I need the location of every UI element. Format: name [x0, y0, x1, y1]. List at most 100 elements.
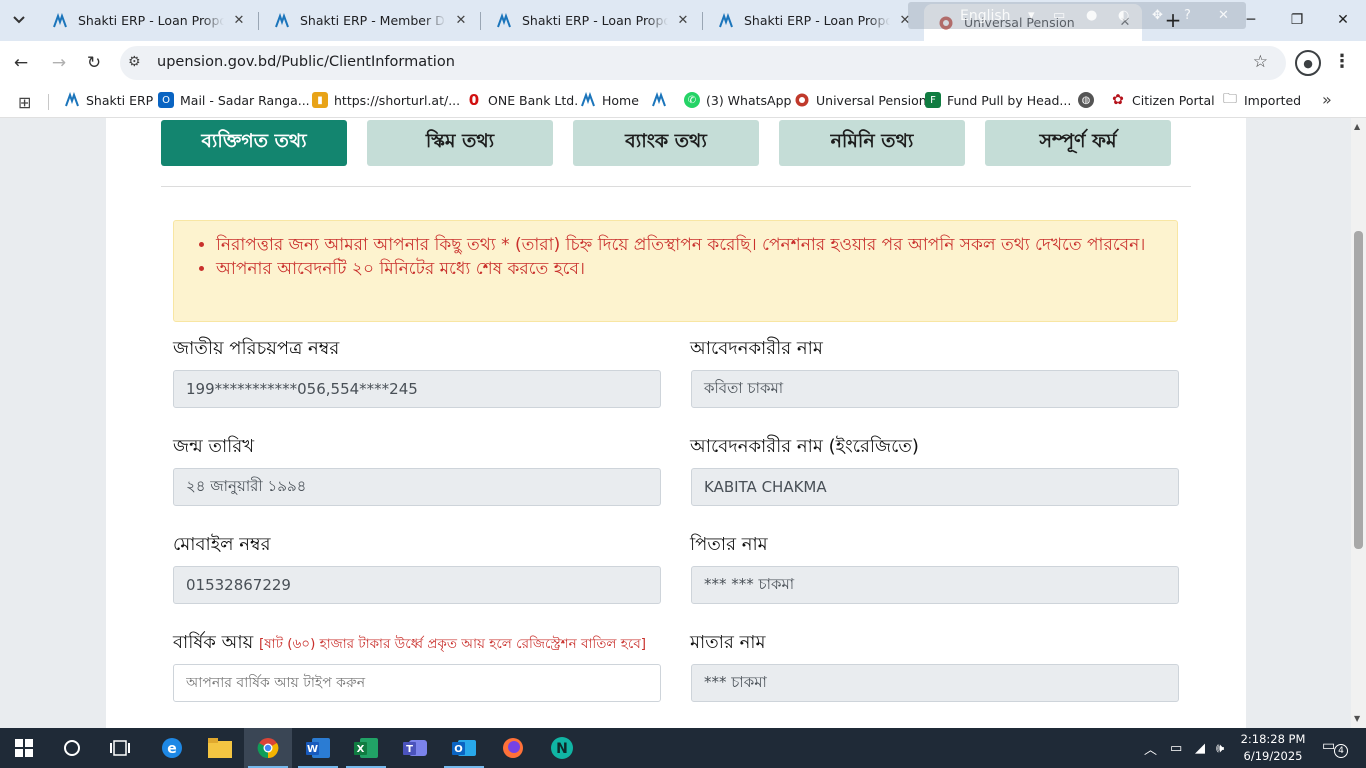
chevron-right-icon[interactable]: »	[1322, 90, 1332, 109]
scroll-down-icon[interactable]: ▼	[1354, 714, 1360, 723]
scroll-up-icon[interactable]: ▲	[1354, 122, 1360, 131]
apps-grid-icon[interactable]: ⊞	[18, 93, 31, 112]
page-viewport: ব্যক্তিগত তথ্য স্কিম তথ্য ব্যাংক তথ্য নম…	[0, 118, 1366, 728]
one-bank-icon: 0	[466, 91, 482, 109]
arrow-right-icon: →	[51, 53, 67, 73]
outlook-icon: O	[158, 92, 174, 108]
taskbar-n-app[interactable]: N	[538, 728, 586, 768]
mother-name-label: মাতার নাম	[690, 632, 766, 653]
bookmark-shakti-erp[interactable]: Shakti ERP	[64, 92, 153, 108]
annual-income-input[interactable]	[173, 664, 661, 702]
start-button[interactable]	[0, 728, 48, 768]
battery-icon: ▭	[1170, 740, 1183, 756]
taskbar-word[interactable]: W	[294, 728, 342, 768]
bookmark-mail[interactable]: O Mail - Sadar Ranga...	[158, 92, 310, 108]
dropdown-icon: ▾	[1028, 8, 1035, 23]
step-tab-personal-info[interactable]: ব্যক্তিগত তথ্য	[161, 120, 347, 166]
clock-date: 6/19/2025	[1243, 749, 1303, 763]
minimize-button[interactable]: ─	[1236, 8, 1266, 32]
taskbar-file-explorer[interactable]	[196, 728, 244, 768]
language-label: English	[960, 8, 1011, 24]
new-tab-button[interactable]: +	[1158, 8, 1188, 32]
translucent-overlay-toolbar: English ▾ ▭ ● ◐ ✥ ? ✕	[908, 2, 1246, 29]
file-explorer-icon	[208, 738, 232, 758]
bookmark-globe[interactable]: ◍	[1078, 92, 1100, 108]
screen: Shakti ERP - Loan Proposal Li ✕ Shakti E…	[0, 0, 1366, 768]
bookmark-universal-pension[interactable]: Universal Pension	[794, 92, 927, 108]
page-scrollbar[interactable]: ▲ ▼	[1351, 118, 1366, 728]
annual-income-warning: [ষাট (৬০) হাজার টাকার উর্ধ্বে প্রকৃত আয়…	[258, 636, 647, 652]
dob-field: ২৪ জানুয়ারী ১৯৯৪	[173, 468, 661, 506]
bookmark-shakti-icon-only[interactable]	[651, 92, 673, 108]
browser-tab-1[interactable]: Shakti ERP - Loan Proposal Li ✕	[38, 4, 256, 37]
bookmark-star-icon[interactable]: ☆	[1253, 52, 1268, 72]
bookmark-imported-folder[interactable]: 🗀 Imported	[1222, 91, 1301, 108]
bookmarks-bar: ⊞ Shakti ERP O Mail - Sadar Ranga... ▮ h…	[0, 85, 1366, 118]
tab-title: Shakti ERP - Loan Proposal Di	[522, 13, 668, 28]
close-icon[interactable]: ✕	[230, 13, 248, 28]
url-text[interactable]: upension.gov.bd/Public/ClientInformation	[157, 54, 455, 70]
chevron-up-icon: ︿	[1144, 742, 1158, 758]
bookmark-citizen-portal[interactable]: ✿ Citizen Portal	[1110, 92, 1215, 108]
close-icon[interactable]: ✕	[674, 13, 692, 28]
task-view-button[interactable]	[96, 728, 144, 768]
bookmark-shorturl[interactable]: ▮ https://shorturl.at/...	[312, 92, 460, 108]
browser-tab-3[interactable]: Shakti ERP - Loan Proposal Di ✕	[482, 4, 700, 37]
bookmark-fund-pull[interactable]: F Fund Pull by Head...	[925, 92, 1071, 108]
scrollbar-thumb[interactable]	[1354, 231, 1363, 549]
back-button[interactable]: ←	[8, 51, 34, 75]
bookmark-label: Universal Pension	[816, 92, 927, 108]
profile-avatar-button[interactable]: ●	[1295, 50, 1321, 76]
reload-button[interactable]: ↻	[81, 51, 107, 75]
bookmark-separator	[48, 94, 49, 110]
taskbar-firefox[interactable]	[489, 728, 537, 768]
close-icon[interactable]: ✕	[452, 13, 470, 28]
system-clock[interactable]: 2:18:28 PM 6/19/2025	[1238, 731, 1308, 765]
close-icon: ✕	[1218, 8, 1229, 23]
whatsapp-icon: ✆	[684, 92, 700, 108]
speaker-icon: 🕪	[1216, 740, 1225, 756]
search-button[interactable]	[48, 728, 96, 768]
volume-tray[interactable]: 🕪	[1216, 728, 1224, 768]
registration-card: ব্যক্তিগত তথ্য স্কিম তথ্য ব্যাংক তথ্য নম…	[106, 118, 1246, 728]
network-tray[interactable]: ◢	[1195, 728, 1205, 768]
applicant-name-en-field: KABITA CHAKMA	[691, 468, 1179, 506]
step-tab-complete-form[interactable]: সম্পূর্ণ ফর্ম	[985, 120, 1171, 166]
mother-name-field: *** চাকমা	[691, 664, 1179, 702]
taskbar-excel[interactable]: X	[342, 728, 390, 768]
step-tab-scheme-info[interactable]: স্কিম তথ্য	[367, 120, 553, 166]
restore-button[interactable]: ❐	[1282, 8, 1312, 32]
bookmark-whatsapp[interactable]: ✆ (3) WhatsApp	[684, 92, 791, 108]
svg-text:W: W	[307, 744, 318, 755]
svg-text:T: T	[406, 744, 413, 755]
chevron-down-icon	[13, 16, 25, 24]
taskbar-teams[interactable]: T	[391, 728, 439, 768]
taskbar-edge[interactable]: e	[148, 728, 196, 768]
site-info-icon[interactable]: ⚙	[128, 54, 141, 70]
forward-button[interactable]: →	[46, 51, 72, 75]
close-window-button[interactable]: ✕	[1328, 8, 1358, 32]
person-icon: ●	[1303, 56, 1313, 70]
step-tab-bank-info[interactable]: ব্যাংক তথ্য	[573, 120, 759, 166]
browser-menu-button[interactable]: ⋮	[1333, 51, 1351, 72]
address-bar[interactable]: ⚙ upension.gov.bd/Public/ClientInformati…	[120, 46, 1286, 80]
shakti-icon	[53, 12, 67, 27]
taskbar-outlook[interactable]: O	[440, 728, 488, 768]
show-hidden-icons[interactable]: ︿	[1144, 728, 1157, 768]
tab-search-button[interactable]	[6, 8, 32, 32]
step-tab-nominee-info[interactable]: নমিনি তথ্য	[779, 120, 965, 166]
bookmark-one-bank[interactable]: 0 ONE Bank Ltd.	[466, 91, 578, 109]
browser-tab-4[interactable]: Shakti ERP - Loan Proposal Di ✕	[704, 4, 922, 37]
wifi-icon: ◢	[1195, 740, 1205, 756]
svg-text:N: N	[556, 741, 568, 757]
nid-field: 199***********056,554****245	[173, 370, 661, 408]
battery-tray[interactable]: ▭	[1170, 728, 1182, 768]
taskbar-chrome[interactable]	[244, 728, 292, 768]
plus-icon: +	[1164, 8, 1182, 32]
bookmark-home[interactable]: Home	[580, 92, 639, 108]
tab-separator	[480, 12, 481, 30]
clock-time: 2:18:28 PM	[1240, 732, 1306, 746]
action-center-button[interactable]: ▭ 4	[1322, 738, 1348, 758]
applicant-name-en-label: আবেদনকারীর নাম (ইংরেজিতে)	[690, 436, 919, 457]
browser-tab-2[interactable]: Shakti ERP - Member Details ✕	[260, 4, 478, 37]
